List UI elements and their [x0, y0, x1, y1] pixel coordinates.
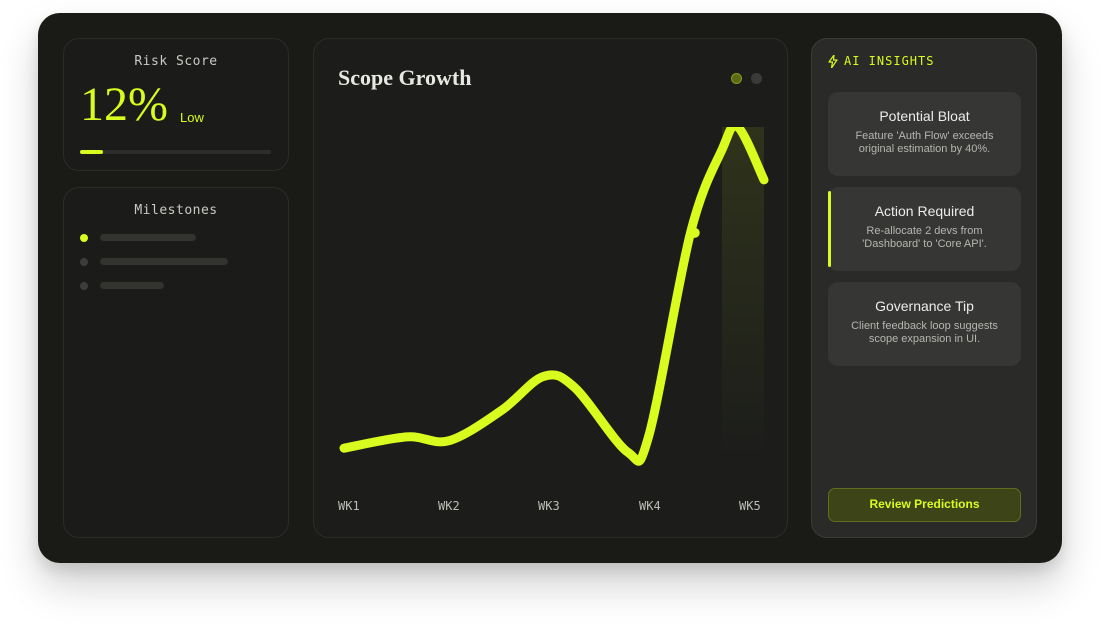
milestone-status-dot: [80, 258, 88, 266]
milestone-item[interactable]: [100, 282, 164, 289]
milestones-title: Milestones: [134, 203, 218, 218]
chart-title: Scope Growth: [338, 65, 472, 90]
series-line: [339, 127, 769, 466]
x-tick-label: WK3: [538, 499, 560, 513]
risk-progress-bar: [80, 150, 271, 154]
insight-title: Action Required: [874, 203, 975, 219]
insight-title: Potential Bloat: [879, 108, 970, 124]
risk-score-value: 12%: [80, 78, 168, 131]
risk-score-title: Risk Score: [134, 54, 218, 69]
insight-title: Governance Tip: [875, 298, 974, 314]
insight-body: Client feedback loop suggests scope expa…: [851, 320, 998, 345]
insight-body: Re-allocate 2 devs from 'Dashboard' to '…: [862, 225, 987, 250]
milestones-card: Milestones: [63, 187, 289, 538]
risk-level-label: Low: [180, 110, 204, 125]
x-tick-label: WK1: [338, 499, 360, 513]
milestone-item[interactable]: [100, 234, 196, 241]
chart-page-dot-1[interactable]: [731, 73, 742, 84]
scope-growth-chart: [339, 127, 769, 466]
chart-page-dot-2[interactable]: [751, 73, 762, 84]
insight-body: Feature 'Auth Flow' exceeds original est…: [855, 130, 994, 155]
risk-score-card: Risk Score 12% Low: [63, 38, 289, 171]
ai-insights-header: AI INSIGHTS: [828, 54, 934, 68]
x-tick-label: WK4: [639, 499, 661, 513]
milestone-status-dot: [80, 282, 88, 290]
insight-card-potential-bloat[interactable]: Potential Bloat Feature 'Auth Flow' exce…: [828, 92, 1021, 176]
milestone-status-dot: [80, 234, 88, 242]
insight-accent-bar: [828, 191, 831, 267]
x-tick-label: WK5: [739, 499, 761, 513]
ai-insights-title: AI INSIGHTS: [844, 54, 935, 68]
risk-progress-fill: [80, 150, 103, 154]
insight-card-action-required[interactable]: Action Required Re-allocate 2 devs from …: [828, 187, 1021, 271]
highlight-point[interactable]: [689, 227, 700, 238]
dashboard-frame: Risk Score 12% Low Milestones Scope Grow…: [38, 13, 1062, 563]
milestone-item[interactable]: [100, 258, 228, 265]
scope-growth-chart-panel: Scope Growth WK1 WK2 WK3 WK4 WK5: [313, 38, 788, 538]
review-predictions-button[interactable]: Review Predictions: [828, 488, 1021, 522]
ai-insights-panel: AI INSIGHTS Potential Bloat Feature 'Aut…: [811, 38, 1037, 538]
lightning-icon: [828, 54, 838, 68]
x-tick-label: WK2: [438, 499, 460, 513]
insight-card-governance-tip[interactable]: Governance Tip Client feedback loop sugg…: [828, 282, 1021, 366]
